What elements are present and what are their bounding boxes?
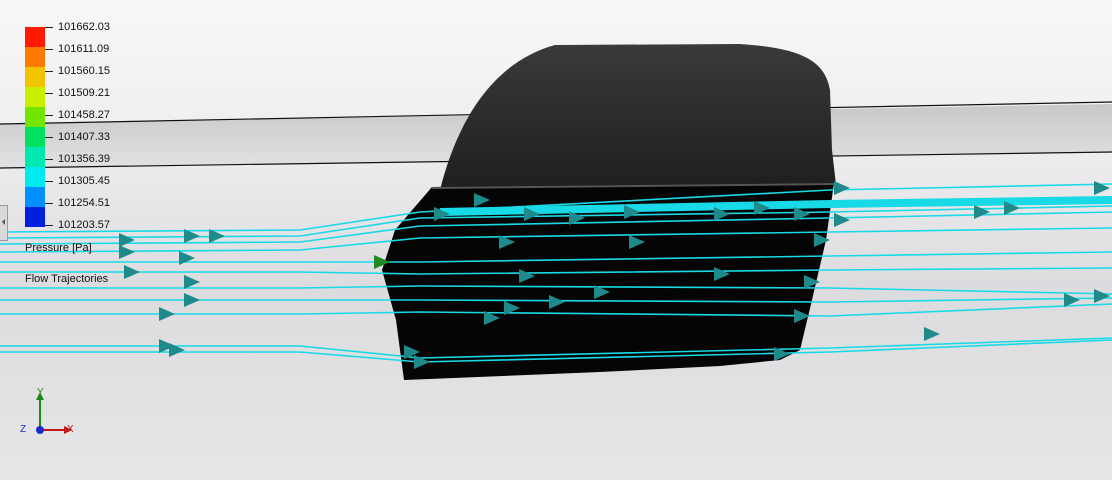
pressure-color-scale [25,27,45,227]
legend-tick [45,137,53,138]
coordinate-triad [36,392,72,434]
legend-color-segment [25,167,45,187]
trajectory-arrow [124,265,140,279]
legend-value: 101203.57 [58,219,110,231]
legend-value: 101305.45 [58,175,110,187]
legend-color-segment [25,47,45,67]
trajectory-arrow [1094,289,1110,303]
legend-plot-label: Flow Trajectories [25,273,109,285]
legend-color-segment [25,127,45,147]
trajectory-arrow [184,275,200,289]
legend-value: 101407.33 [58,131,110,143]
legend-value: 101254.51 [58,197,110,209]
trajectory-arrow [184,293,200,307]
legend-color-segment [25,87,45,107]
side-panel-toggle[interactable] [0,205,8,241]
triad-y-label: Y [37,387,44,398]
trajectory-arrow [1094,181,1110,195]
legend-tick [45,27,53,28]
legend-value: 101560.15 [58,65,110,77]
legend-quantity-label: Pressure [Pa] [25,242,92,254]
trajectory-arrow [119,233,135,247]
trajectory-arrow [159,307,175,321]
legend-tick [45,71,53,72]
trajectory-arrow [924,327,940,341]
triad-x-label: X [67,424,74,435]
graphics-viewport[interactable]: 101662.03 101611.09 101560.15 101509.21 1014… [0,0,1112,480]
legend-color-segment [25,187,45,207]
trajectory-arrow [834,213,850,227]
legend-tick [45,115,53,116]
legend-tick [45,181,53,182]
legend-tick [45,203,53,204]
legend-value: 101611.09 [58,43,110,55]
trajectory-arrow [169,343,185,357]
legend-color-segment [25,107,45,127]
trajectory-arrow [834,181,850,195]
flow-scene [0,44,1112,380]
triad-z-label: Z [20,424,27,435]
legend-color-segment [25,147,45,167]
legend-tick [45,159,53,160]
legend-value: 101509.21 [58,87,110,99]
trajectory-arrow [119,245,135,259]
legend-value: 101356.39 [58,153,110,165]
legend-value: 101662.03 [58,21,110,33]
legend-tick [45,49,53,50]
legend-color-segment [25,27,45,47]
legend-color-segment [25,207,45,227]
legend-tick [45,225,53,226]
legend-color-segment [25,67,45,87]
legend-tick [45,93,53,94]
trajectory-arrow [974,205,990,219]
trajectory-arrow [179,251,195,265]
legend-value: 101458.27 [58,109,110,121]
car-body-upper [440,44,836,192]
